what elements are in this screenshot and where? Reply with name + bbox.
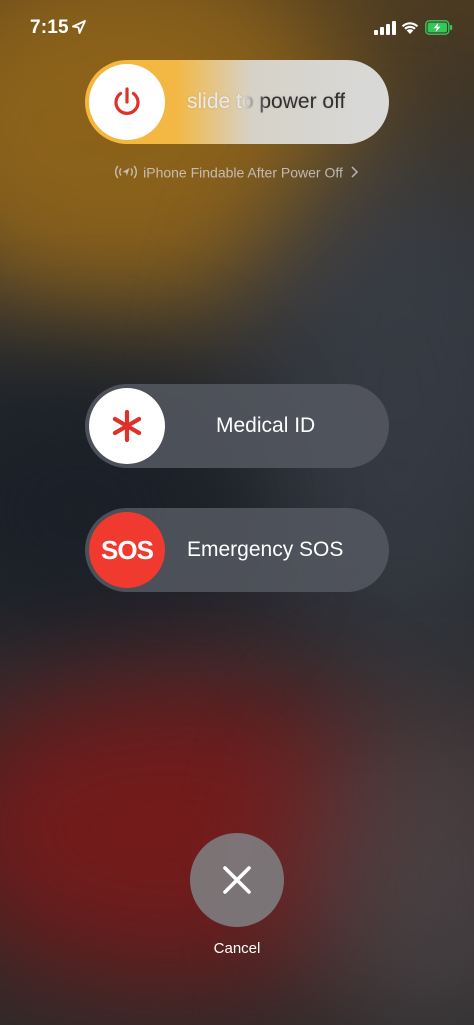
find-my-icon: [115, 165, 138, 179]
location-arrow-icon: [72, 20, 86, 34]
findable-text: iPhone Findable After Power Off: [143, 164, 343, 181]
cellular-signal-icon: [374, 21, 396, 35]
emergency-sos-label: Emergency SOS: [187, 538, 344, 561]
cancel-label: Cancel: [213, 940, 261, 957]
close-icon: [223, 866, 251, 894]
status-time: 7:15: [30, 17, 69, 38]
findable-link[interactable]: iPhone Findable After Power Off: [0, 163, 474, 180]
medical-id-knob[interactable]: [89, 388, 165, 464]
emergency-sos-slider[interactable]: SOS Emergency SOS: [85, 508, 389, 592]
status-bar: 7:15: [0, 0, 474, 56]
cancel-button[interactable]: [190, 833, 284, 927]
sos-knob[interactable]: SOS: [89, 512, 165, 588]
power-off-knob[interactable]: [89, 64, 165, 140]
power-icon: [114, 87, 140, 115]
wifi-icon: [401, 22, 419, 34]
power-off-slider[interactable]: slide to power off: [85, 60, 389, 144]
battery-charging-icon: [425, 20, 453, 35]
power-off-label: slide to power off: [187, 90, 346, 113]
medical-id-slider[interactable]: Medical ID: [85, 384, 389, 468]
medical-id-label: Medical ID: [216, 414, 316, 437]
medical-asterisk-icon: [112, 409, 142, 443]
sos-knob-text: SOS: [101, 534, 154, 565]
chevron-right-icon: [351, 166, 358, 178]
